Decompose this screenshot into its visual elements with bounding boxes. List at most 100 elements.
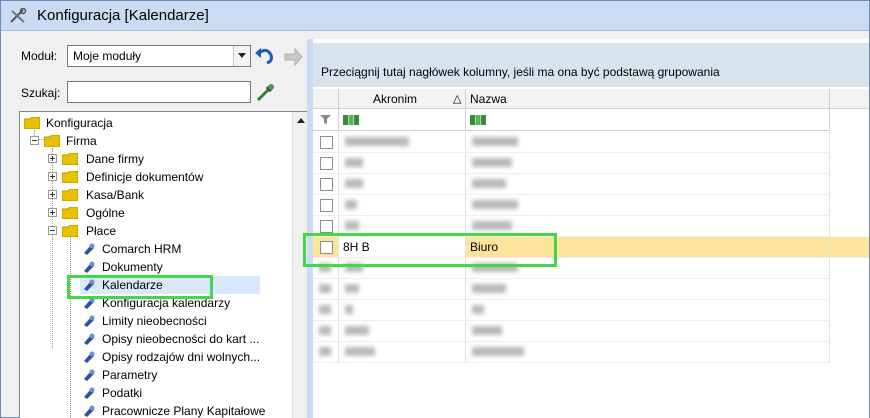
tree-node-opisy-nieobecnosci[interactable]: Opisy nieobecności do kart ... [22,330,292,348]
header-filler [830,89,869,109]
blurred-text [319,284,331,293]
tree-node-label: Podatki [102,386,143,400]
settings-leaf-icon [84,387,95,399]
tree-node-label: Ogólne [86,206,125,220]
window-title: Konfiguracja [Kalendarze] [37,7,209,24]
tree-node-definicje-dokumentow[interactable]: Definicje dokumentów [22,168,292,186]
blurred-text [345,158,363,167]
tree-node-label: Limity nieobecności [102,314,207,328]
tree-node-dane-firmy[interactable]: Dane firmy [22,150,292,168]
collapse-toggle[interactable] [48,226,57,235]
tree-node-label: Firma [66,134,97,148]
blurred-text [472,158,512,167]
column-header-nazwa[interactable]: Nazwa [466,89,830,109]
expand-toggle[interactable] [48,208,57,217]
table-row[interactable] [313,279,869,300]
filter-row-indicator[interactable] [313,109,339,131]
row-checkbox[interactable] [320,178,333,191]
tree-node-place[interactable]: Płace [22,222,292,240]
expand-toggle[interactable] [48,172,57,181]
title-bar: Konfiguracja [Kalendarze] [1,1,869,31]
row-checkbox[interactable] [320,157,333,170]
forward-arrow-icon[interactable] [281,45,305,69]
expand-toggle[interactable] [48,154,57,163]
blurred-text [319,305,331,314]
text-filter-icon [470,115,486,125]
tree-node-parametry[interactable]: Parametry [22,366,292,384]
blurred-text [345,326,369,335]
module-select[interactable]: Moje moduły [67,45,251,67]
settings-leaf-icon [84,243,95,255]
table-row[interactable] [313,321,869,342]
tree-node-opisy-rodzajow-dni[interactable]: Opisy rodzajów dni wolnych... [22,348,292,366]
table-row[interactable] [313,153,869,174]
table-row[interactable] [313,195,869,216]
tree-node-label: Definicje dokumentów [86,170,204,184]
tree-node-label: Opisy rodzajów dni wolnych... [102,350,261,364]
tree-node-ogolne[interactable]: Ogólne [22,204,292,222]
group-by-area[interactable]: Przeciągnij tutaj nagłówek kolumny, jeśl… [313,43,869,87]
folder-icon [44,135,60,147]
filter-funnel-icon [320,115,331,124]
tree-node-limity-nieobecnosci[interactable]: Limity nieobecności [22,312,292,330]
blurred-text [345,200,357,209]
tree-node-comarch-hrm[interactable]: Comarch HRM [22,240,292,258]
tree-node-label: Kasa/Bank [86,188,145,202]
dropdown-arrow-button[interactable] [233,46,250,66]
focus-frame-biuro-row [303,233,557,267]
wrench-screwdriver-icon [10,8,27,23]
column-header-akronim[interactable]: Akronim △ [339,89,466,109]
table-row[interactable] [313,132,869,153]
table-row[interactable] [313,300,869,321]
configuration-tree[interactable]: Konfiguracja Firma Dane firmy Definicje … [19,111,309,418]
blurred-text [345,347,375,356]
blurred-text [472,305,484,314]
group-by-hint: Przeciągnij tutaj nagłówek kolumny, jeśl… [321,65,720,79]
settings-leaf-icon [84,405,95,417]
row-checkbox[interactable] [320,220,333,233]
tree-node-konfiguracja[interactable]: Konfiguracja [22,114,292,132]
table-row[interactable] [313,174,869,195]
tree-node-label: Comarch HRM [102,242,182,256]
filter-cell-akronim[interactable] [339,109,466,131]
calendar-grid-panel: Przeciągnij tutaj nagłówek kolumny, jeśl… [303,39,869,418]
tree-node-label: Płace [86,224,117,238]
blurred-text [472,284,506,293]
expand-toggle[interactable] [48,190,57,199]
folder-icon [62,207,78,219]
tree-node-label: Parametry [102,368,158,382]
tree-node-kasa-bank[interactable]: Kasa/Bank [22,186,292,204]
tree-node-label: Pracownicze Plany Kapitałowe [102,404,266,418]
module-label: Moduł: [21,49,58,63]
folder-icon [62,225,78,237]
tree-node-ppk[interactable]: Pracownicze Plany Kapitałowe [22,402,292,418]
filter-cell-nazwa[interactable] [466,109,830,131]
blurred-text [319,326,331,335]
blurred-text [345,284,359,293]
folder-icon [62,189,78,201]
folder-icon [62,171,78,183]
left-panel: Moduł: Moje moduły Szukaj: Konfiguracja … [9,39,309,418]
tree-node-firma[interactable]: Firma [22,132,292,150]
blurred-text [472,326,502,335]
column-header-label: Akronim [373,92,418,106]
eyedropper-icon[interactable] [253,81,277,105]
back-arrow-icon[interactable] [253,45,277,69]
text-filter-icon [343,115,359,125]
focus-frame-kalendarze [67,275,213,299]
blurred-text [345,179,363,188]
blurred-text [472,347,524,356]
blurred-text [472,200,518,209]
header-indicator [313,89,339,109]
tree-node-dokumenty[interactable]: Dokumenty [22,258,292,276]
settings-leaf-icon [84,261,95,273]
collapse-toggle[interactable] [30,136,39,145]
blurred-text [319,347,331,356]
search-input[interactable] [67,81,251,103]
table-row[interactable] [313,342,869,363]
row-checkbox[interactable] [320,136,333,149]
module-select-value: Moje moduły [73,49,142,63]
tree-node-podatki[interactable]: Podatki [22,384,292,402]
row-checkbox[interactable] [320,199,333,212]
tree-node-label: Konfiguracja [46,116,113,130]
